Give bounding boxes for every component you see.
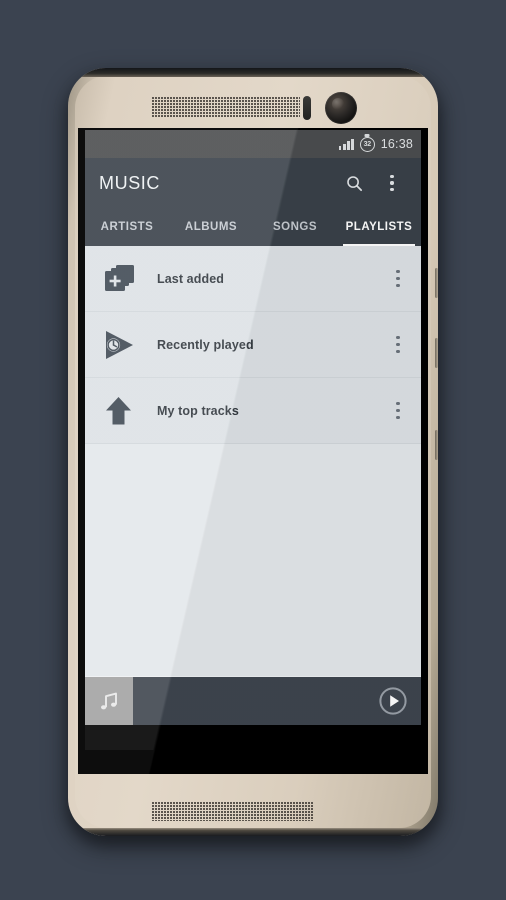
battery-circle-icon: 32 — [359, 136, 375, 152]
tab-bar: ARTISTS ALBUMS SONGS PLAYLISTS — [85, 208, 421, 246]
list-item-overflow-menu-icon[interactable] — [381, 402, 415, 419]
overflow-menu-icon[interactable] — [379, 170, 405, 196]
album-art-placeholder[interactable] — [85, 677, 133, 725]
signal-bars-icon — [338, 138, 354, 150]
list-item-my-top-tracks[interactable]: My top tracks — [85, 378, 421, 444]
list-item-label: Last added — [157, 271, 224, 286]
play-circle-icon[interactable] — [365, 686, 421, 716]
screenshot-root: 32 16:38 MUSIC ARTISTS ALBUMS SONGS PLAY… — [0, 0, 506, 900]
phone-screen: 32 16:38 MUSIC ARTISTS ALBUMS SONGS PLAY… — [85, 130, 421, 750]
phone-bottom-chamfer — [68, 828, 438, 836]
list-item-overflow-menu-icon[interactable] — [381, 336, 415, 353]
app-bar: MUSIC — [85, 158, 421, 208]
now-playing-bar[interactable] — [85, 676, 421, 725]
search-icon[interactable] — [341, 170, 367, 196]
tab-albums[interactable]: ALBUMS — [169, 208, 253, 246]
screen-bottom-black-area — [85, 725, 421, 750]
list-item-last-added[interactable]: Last added — [85, 246, 421, 312]
list-item-label: My top tracks — [157, 403, 239, 418]
play-clock-icon — [103, 329, 151, 361]
volume-down-button[interactable] — [435, 430, 438, 460]
tab-artists[interactable]: ARTISTS — [85, 208, 169, 246]
status-bar-clock: 16:38 — [380, 137, 413, 151]
app-bar-actions — [341, 170, 411, 196]
volume-up-button[interactable] — [435, 338, 438, 368]
front-camera-icon — [325, 92, 357, 124]
status-bar-right-cluster: 32 16:38 — [338, 136, 413, 152]
list-item-overflow-menu-icon[interactable] — [381, 270, 415, 287]
bottom-speaker-grille — [152, 802, 314, 821]
earpiece-speaker-grille — [152, 97, 300, 118]
playlist-list: Last added Recently played My top tracks — [85, 246, 421, 676]
list-item-recently-played[interactable]: Recently played — [85, 312, 421, 378]
list-item-label: Recently played — [157, 337, 254, 352]
status-bar: 32 16:38 — [85, 130, 421, 158]
arrow-up-icon — [103, 395, 151, 427]
proximity-sensor — [303, 96, 311, 120]
tab-playlists[interactable]: PLAYLISTS — [337, 208, 421, 246]
page-title: MUSIC — [99, 172, 160, 193]
tab-songs[interactable]: SONGS — [253, 208, 337, 246]
battery-level-label: 32 — [363, 140, 371, 148]
phone-top-chamfer — [68, 68, 438, 77]
list-empty-space — [85, 444, 421, 676]
stacked-cards-plus-icon — [103, 263, 151, 295]
power-button[interactable] — [435, 268, 438, 298]
